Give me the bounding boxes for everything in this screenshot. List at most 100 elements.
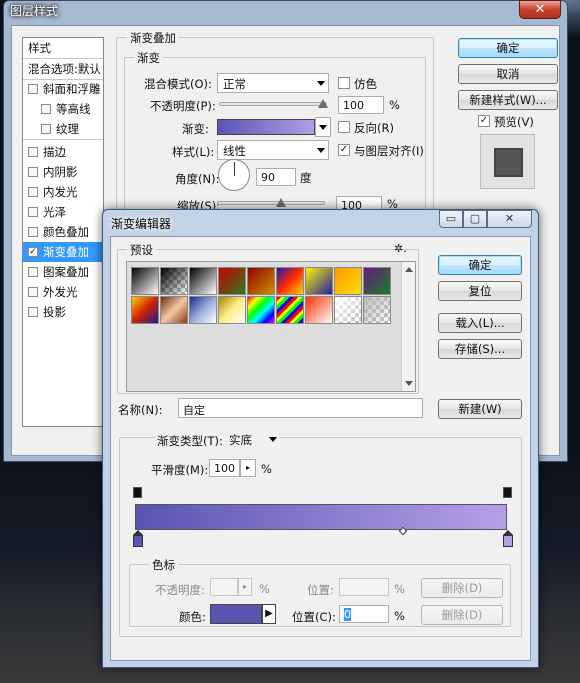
- style-list-item[interactable]: 投影: [23, 302, 103, 322]
- new-gradient-button[interactable]: 新建(W): [438, 399, 522, 419]
- style-list-item[interactable]: 外发光: [23, 282, 103, 302]
- stop-opacity-field: [210, 578, 238, 596]
- style-list-item[interactable]: 等高线: [23, 99, 103, 119]
- preset-swatch[interactable]: [160, 267, 188, 295]
- save-button[interactable]: 存储(S)...: [438, 339, 522, 359]
- ok-button[interactable]: 确定: [458, 38, 558, 58]
- cancel-button[interactable]: 取消: [458, 64, 558, 84]
- angle-field[interactable]: 90: [256, 168, 296, 186]
- style-list-item[interactable]: 图案叠加: [23, 262, 103, 282]
- gradient-type-select[interactable]: 实底: [224, 430, 280, 450]
- style-list-item[interactable]: 纹理: [23, 119, 103, 139]
- reverse-label: 反向(R): [354, 121, 394, 135]
- angle-dial[interactable]: [218, 159, 250, 191]
- color-stop-right[interactable]: [503, 530, 513, 547]
- blend-mode-select[interactable]: 正常: [217, 73, 329, 93]
- style-checkbox[interactable]: [28, 207, 38, 217]
- color-arrow-icon[interactable]: ▶: [262, 604, 276, 624]
- opacity-stop-right[interactable]: [503, 487, 512, 498]
- style-checkbox[interactable]: [41, 104, 51, 114]
- preset-scrollbar[interactable]: [401, 262, 415, 391]
- preset-swatch[interactable]: [334, 296, 362, 324]
- preset-swatch[interactable]: [305, 267, 333, 295]
- close-icon[interactable]: ✕: [519, 0, 561, 19]
- percent-label: %: [261, 462, 272, 476]
- preset-swatch[interactable]: [305, 296, 333, 324]
- degree-label: 度: [300, 171, 312, 185]
- preset-swatch[interactable]: [218, 296, 246, 324]
- preset-swatch[interactable]: [189, 296, 217, 324]
- preset-swatch[interactable]: [363, 267, 391, 295]
- scroll-up-icon[interactable]: [405, 267, 413, 272]
- preset-swatch[interactable]: [276, 296, 304, 324]
- preset-swatch[interactable]: [247, 267, 275, 295]
- scale-field[interactable]: 100: [336, 196, 382, 210]
- preset-swatch[interactable]: [160, 296, 188, 324]
- new-style-button[interactable]: 新建样式(W)...: [458, 90, 558, 110]
- style-checkbox[interactable]: [28, 187, 38, 197]
- gradient-swatch[interactable]: [217, 119, 315, 135]
- scale-slider[interactable]: [217, 201, 325, 205]
- color-stop-left[interactable]: [133, 530, 143, 547]
- style-checkbox[interactable]: [28, 167, 38, 177]
- preset-swatch[interactable]: [276, 267, 304, 295]
- maximize-icon[interactable]: ▢: [463, 210, 487, 228]
- style-list-item[interactable]: 描边: [23, 142, 103, 162]
- style-list-item[interactable]: 内阴影: [23, 162, 103, 182]
- style-list-item[interactable]: 混合选项:默认: [23, 59, 103, 79]
- scroll-down-icon[interactable]: [405, 381, 413, 386]
- load-button[interactable]: 载入(L)...: [438, 313, 522, 333]
- style-list-label: 图案叠加: [43, 265, 89, 279]
- style-checkbox[interactable]: [41, 124, 51, 134]
- opacity-field[interactable]: 100: [338, 96, 384, 114]
- style-checkbox[interactable]: [28, 307, 38, 317]
- color-location-label: 位置(C):: [292, 610, 336, 624]
- preset-grid: [126, 261, 416, 392]
- opacity-slider-thumb[interactable]: [318, 99, 328, 108]
- style-list-item[interactable]: 斜面和浮雕: [23, 79, 103, 99]
- color-location-field[interactable]: 0: [339, 605, 389, 623]
- style-checkbox[interactable]: [28, 147, 38, 157]
- gradient-bar[interactable]: [135, 504, 507, 530]
- stop-color-swatch[interactable]: [210, 604, 262, 624]
- style-list-label: 光泽: [43, 205, 66, 219]
- stop-color-label: 颜色:: [179, 610, 206, 624]
- preset-swatch[interactable]: [131, 267, 159, 295]
- group-title: 渐变叠加: [127, 30, 179, 46]
- style-checkbox[interactable]: [28, 227, 38, 237]
- smoothness-field[interactable]: 100: [209, 459, 240, 477]
- smoothness-arrow-icon[interactable]: ▸: [240, 459, 256, 477]
- style-list-item[interactable]: 光泽: [23, 202, 103, 222]
- location-value: 0: [344, 608, 351, 621]
- align-checkbox[interactable]: ✓: [338, 144, 350, 156]
- preset-swatch[interactable]: [334, 267, 362, 295]
- percent-label: %: [394, 609, 405, 623]
- style-list-item[interactable]: 颜色叠加: [23, 222, 103, 242]
- ok-button[interactable]: 确定: [438, 255, 522, 275]
- scale-slider-thumb[interactable]: [276, 198, 286, 207]
- preset-swatch[interactable]: [131, 296, 159, 324]
- style-checkbox[interactable]: [28, 84, 38, 94]
- gradient-dropdown[interactable]: [315, 117, 331, 137]
- preset-swatch[interactable]: [247, 296, 275, 324]
- style-list-item[interactable]: ✓ 渐变叠加: [23, 242, 103, 262]
- close-icon[interactable]: ✕: [487, 210, 532, 228]
- style-checkbox[interactable]: [28, 267, 38, 277]
- dither-checkbox[interactable]: [338, 77, 350, 89]
- preview-checkbox[interactable]: ✓: [478, 115, 490, 127]
- name-field[interactable]: 自定: [178, 398, 423, 418]
- preset-swatch[interactable]: [218, 267, 246, 295]
- preset-swatch[interactable]: [189, 267, 217, 295]
- preset-swatch[interactable]: [363, 296, 391, 324]
- style-select[interactable]: 线性: [217, 140, 329, 160]
- minimize-icon[interactable]: ▭: [439, 210, 463, 228]
- preview-label: 预览(V): [494, 115, 534, 129]
- reverse-checkbox[interactable]: [338, 121, 350, 133]
- style-checkbox[interactable]: ✓: [28, 247, 38, 257]
- gear-icon[interactable]: ✲.: [394, 242, 407, 255]
- style-checkbox[interactable]: [28, 287, 38, 297]
- opacity-stop-left[interactable]: [133, 487, 142, 498]
- opacity-slider[interactable]: [219, 102, 327, 106]
- reset-button[interactable]: 复位: [438, 281, 522, 301]
- style-list-item[interactable]: 内发光: [23, 182, 103, 202]
